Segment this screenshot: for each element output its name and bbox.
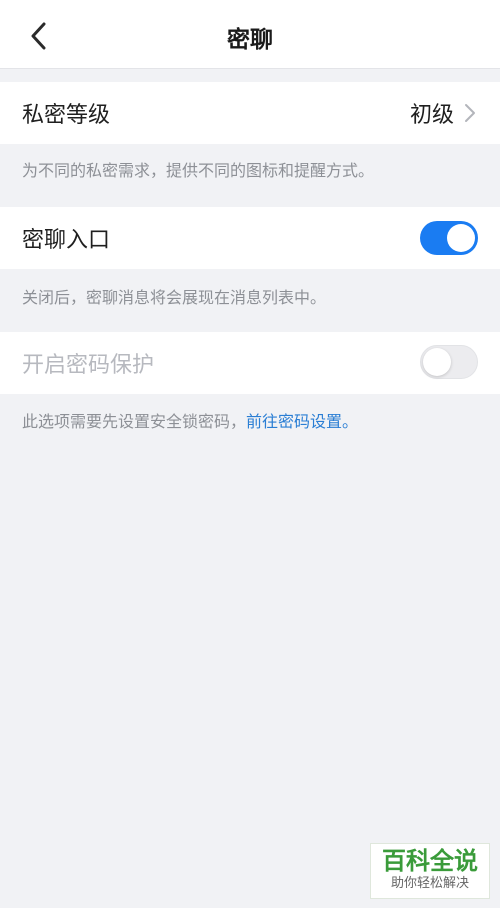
- watermark-title: 百科全说: [382, 847, 478, 875]
- privacy-level-label: 私密等级: [22, 103, 111, 128]
- password-protection-label: 开启密码保护: [22, 353, 155, 378]
- password-protection-row: 开启密码保护: [0, 332, 500, 394]
- password-protection-toggle[interactable]: [420, 345, 478, 379]
- chat-entry-description: 关闭后，密聊消息将会展现在消息列表中。: [22, 288, 327, 307]
- watermark-logo: 百科全说 助你轻松解决: [370, 843, 490, 899]
- chat-entry-toggle[interactable]: [420, 221, 478, 255]
- chevron-right-icon: [464, 102, 478, 124]
- page-title: 密聊: [227, 27, 273, 53]
- chat-entry-label: 密聊入口: [22, 228, 111, 253]
- toggle-knob: [447, 224, 475, 252]
- password-protection-description: 此选项需要先设置安全锁密码，前往密码设置。: [22, 408, 358, 432]
- privacy-level-row[interactable]: 私密等级 初级: [0, 82, 500, 144]
- password-protection-hint: 此选项需要先设置安全锁密码，: [22, 412, 247, 431]
- watermark-subtitle: 助你轻松解决: [390, 876, 469, 891]
- chat-entry-row: 密聊入口: [0, 207, 500, 269]
- password-settings-link[interactable]: 前往密码设置。: [246, 412, 358, 431]
- privacy-level-value: 初级: [409, 103, 454, 128]
- top-bar: 密聊: [0, 0, 500, 69]
- privacy-level-description: 为不同的私密需求，提供不同的图标和提醒方式。: [22, 161, 375, 180]
- toggle-knob: [423, 348, 451, 376]
